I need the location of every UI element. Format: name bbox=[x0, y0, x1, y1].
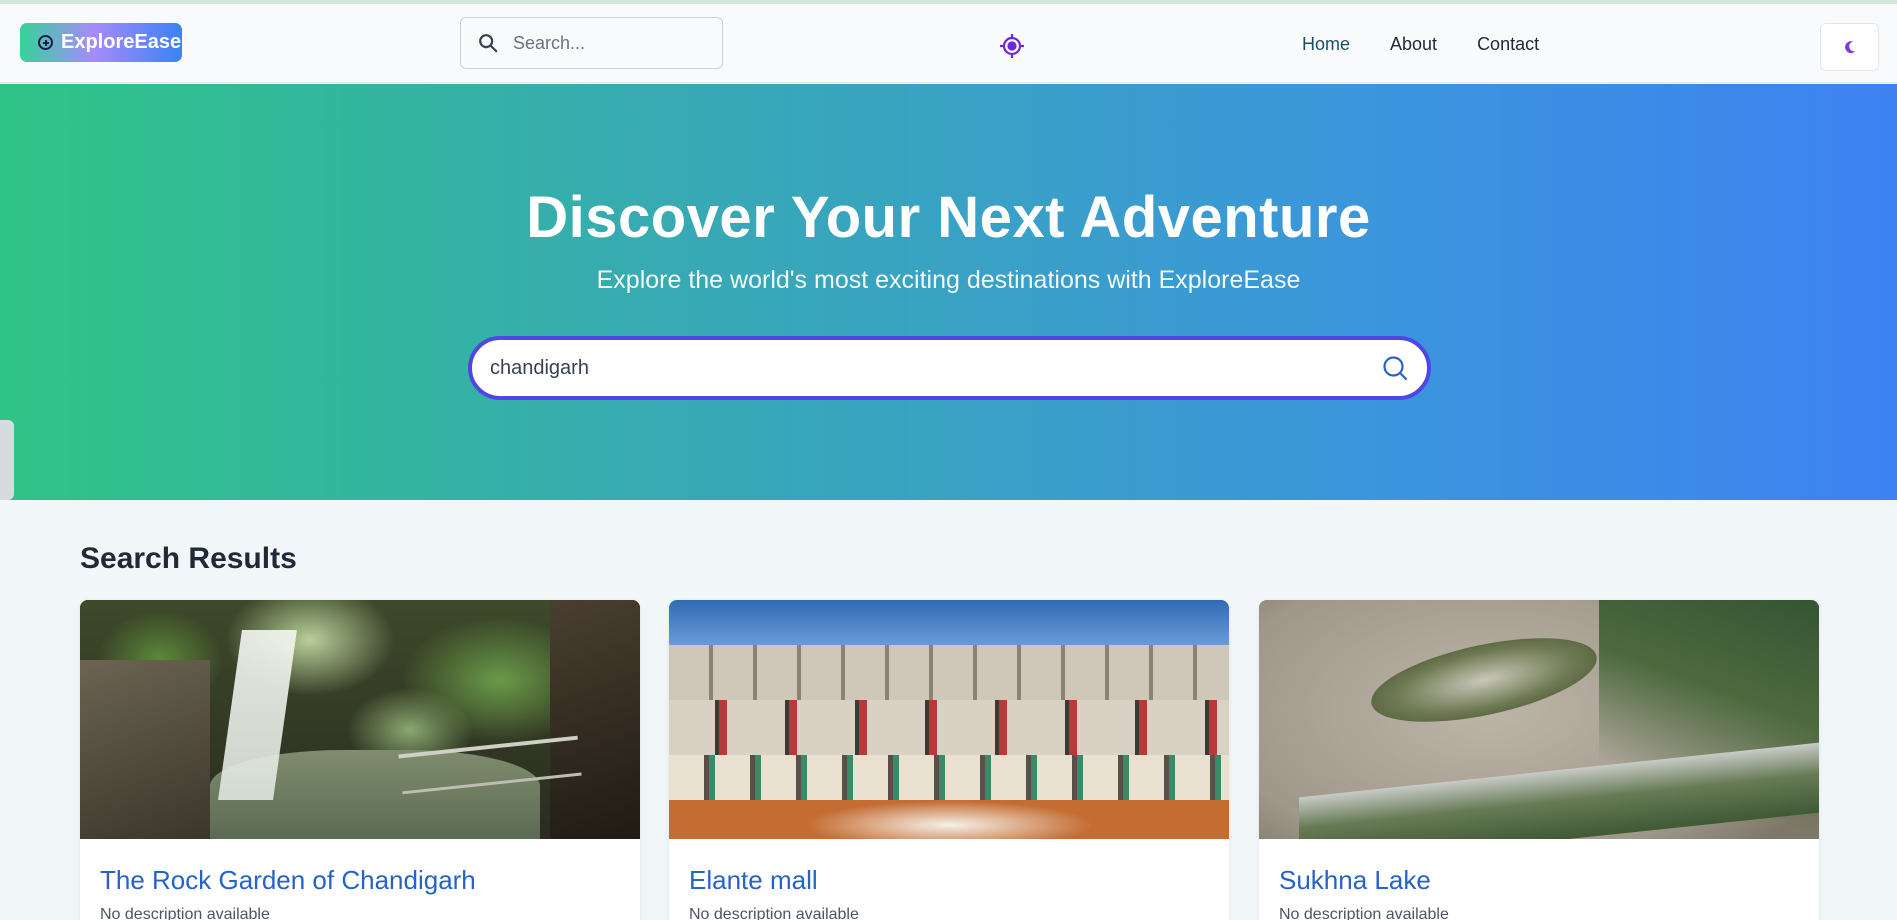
result-card[interactable]: The Rock Garden of Chandigarh No descrip… bbox=[80, 600, 640, 920]
navbar-search-input[interactable] bbox=[513, 32, 693, 54]
side-drawer-handle[interactable] bbox=[0, 420, 14, 500]
navbar-search-box[interactable] bbox=[460, 17, 723, 69]
locate-icon[interactable] bbox=[999, 33, 1025, 59]
results-heading: Search Results bbox=[80, 542, 297, 575]
sukhna-lake-image bbox=[1259, 600, 1819, 839]
nav-about-link[interactable]: About bbox=[1390, 34, 1437, 55]
result-card-description: No description available bbox=[100, 906, 270, 920]
nav-home-link[interactable]: Home bbox=[1302, 34, 1350, 55]
compass-icon bbox=[38, 35, 53, 50]
hero-search-bar[interactable] bbox=[468, 336, 1431, 400]
result-card[interactable]: Elante mall No description available bbox=[669, 600, 1229, 920]
rock-garden-image bbox=[80, 600, 640, 839]
main-nav: Home About Contact bbox=[1302, 34, 1539, 55]
result-card-title[interactable]: The Rock Garden of Chandigarh bbox=[100, 865, 476, 896]
hero-search-input[interactable] bbox=[490, 356, 1381, 380]
result-card-title[interactable]: Sukhna Lake bbox=[1279, 865, 1431, 896]
hero-banner: Discover Your Next Adventure Explore the… bbox=[0, 84, 1897, 500]
moon-icon bbox=[1844, 41, 1855, 54]
search-submit-icon[interactable] bbox=[1381, 354, 1409, 382]
result-card-title[interactable]: Elante mall bbox=[689, 865, 818, 896]
hero-title: Discover Your Next Adventure bbox=[526, 185, 1371, 250]
theme-toggle-button[interactable] bbox=[1820, 23, 1879, 71]
nav-contact-link[interactable]: Contact bbox=[1477, 34, 1539, 55]
brand-logo[interactable]: ExploreEase bbox=[20, 23, 182, 62]
result-card-description: No description available bbox=[689, 906, 859, 920]
result-card[interactable]: Sukhna Lake No description available bbox=[1259, 600, 1819, 920]
elante-mall-image bbox=[669, 600, 1229, 839]
hero-subtitle: Explore the world's most exciting destin… bbox=[596, 266, 1301, 294]
brand-name: ExploreEase bbox=[61, 31, 182, 53]
result-card-description: No description available bbox=[1279, 906, 1449, 920]
search-icon bbox=[479, 34, 498, 53]
navbar: ExploreEase Home About Contact bbox=[0, 4, 1897, 83]
